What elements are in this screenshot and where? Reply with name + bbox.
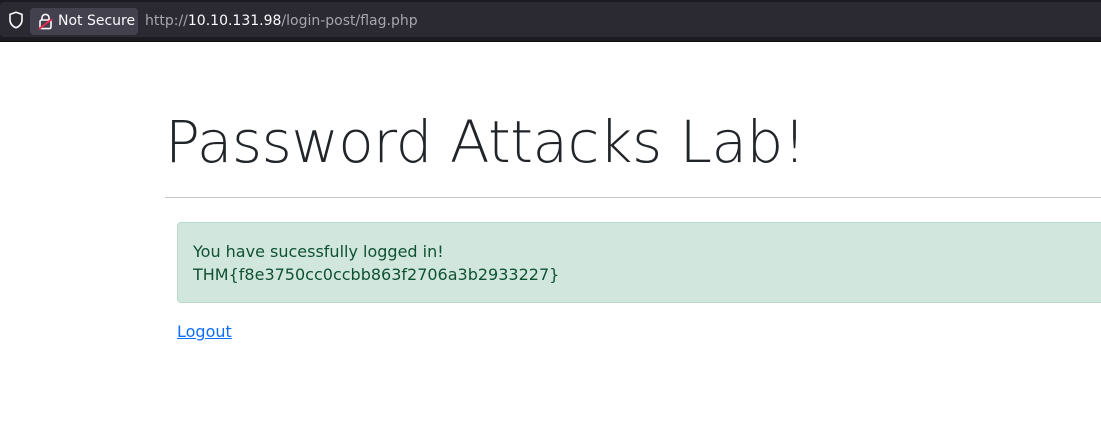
url-scheme: http:// [145,13,188,29]
address-bar[interactable]: Not Secure http://10.10.131.98/login-pos… [0,2,1101,37]
flag-text: THM{f8e3750cc0ccbb863f2706a3b2933227} [193,265,560,284]
url-host: 10.10.131.98 [187,13,282,29]
insecure-lock-icon [38,13,53,30]
login-success-message: You have sucessfully logged in! [193,242,444,261]
logout-link[interactable]: Logout [177,320,232,344]
success-alert: You have sucessfully logged in! THM{f8e3… [177,222,1101,303]
page-title: Password Attacks Lab! [165,108,806,176]
security-status-label: Not Secure [58,13,136,29]
browser-toolbar: Not Secure http://10.10.131.98/login-pos… [0,0,1101,41]
url-path: /login-post/flag.php [281,13,418,29]
toolbar-divider [0,41,1101,42]
site-security-button[interactable]: Not Secure [30,8,138,35]
tracking-protection-shield-icon[interactable] [8,11,24,29]
title-divider [165,197,1101,198]
url-text[interactable]: http://10.10.131.98/login-post/flag.php [145,4,418,39]
